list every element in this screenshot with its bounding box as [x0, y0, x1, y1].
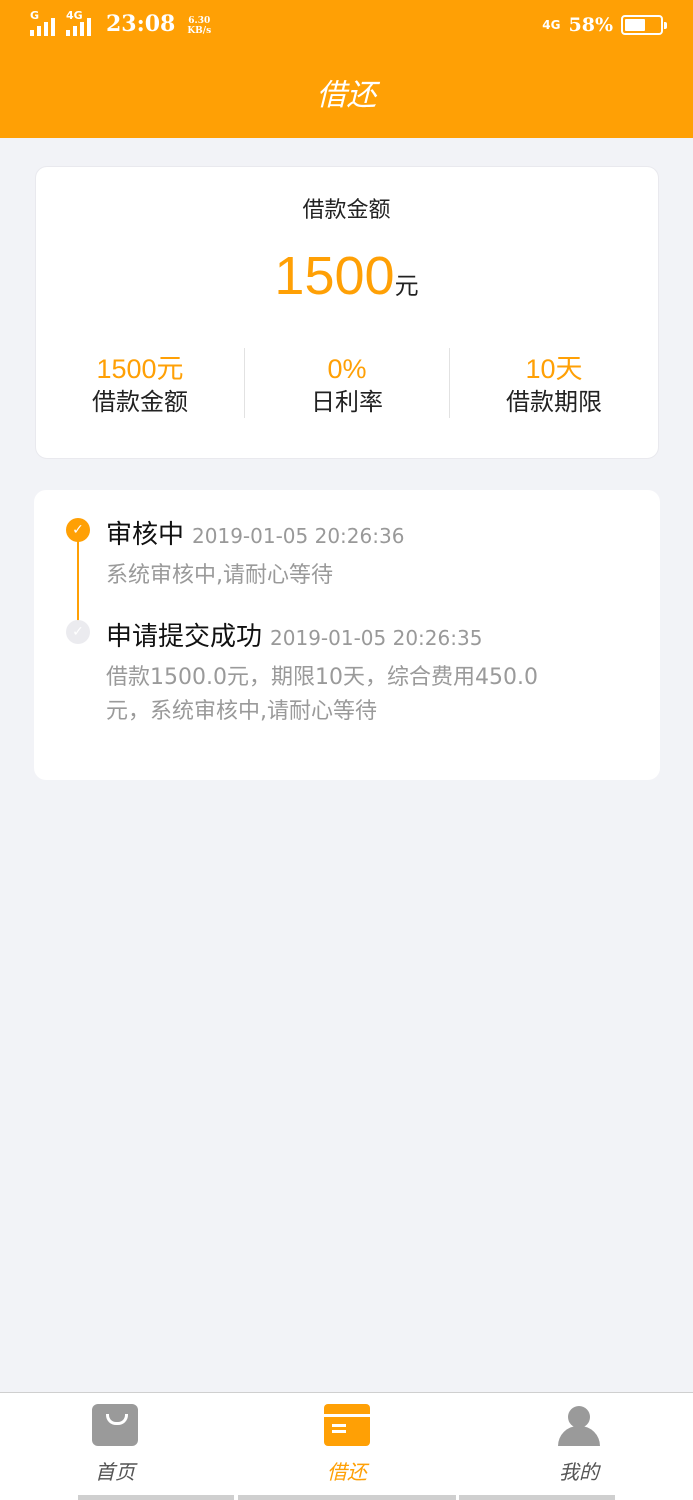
loan-amount: 1500元: [0, 245, 693, 307]
nav-indicator: [78, 1495, 234, 1500]
status-bar: G 4G 23:08 6.30 KB/s 4G 58%: [0, 0, 693, 56]
check-active-icon: ✓: [66, 518, 90, 542]
stat-interest-label: 日利率: [311, 388, 383, 416]
battery-percent: 58%: [568, 14, 614, 36]
clock: 23:08: [106, 11, 176, 37]
nav-indicator: [459, 1495, 615, 1500]
loan-amount-number: 1500: [274, 246, 395, 306]
sim2-tag: 4G: [66, 9, 83, 22]
battery-icon: [621, 15, 667, 35]
stat-amount-label: 借款金额: [92, 388, 188, 416]
loan-amount-unit: 元: [394, 272, 419, 300]
stat-term: 10天 借款期限: [454, 352, 654, 418]
event-title: 申请提交成功: [106, 622, 263, 652]
signal-sim2-icon: 4G: [66, 9, 94, 36]
event-time: 2019-01-05 20:26:35: [270, 626, 483, 650]
tab-home-label: 首页: [95, 1460, 135, 1484]
speed-unit: KB/s: [187, 26, 212, 36]
stat-term-label: 借款期限: [506, 388, 602, 416]
event-description: 系统审核中,请耐心等待: [106, 563, 333, 588]
shopping-bag-icon: [92, 1404, 138, 1446]
battery-fill: [625, 19, 645, 31]
stat-term-value: 10天: [525, 354, 583, 384]
sim1-tag: G: [30, 9, 40, 22]
network-type: 4G: [542, 18, 561, 32]
nav-indicator: [238, 1495, 456, 1500]
signal-sim1-icon: G: [30, 9, 58, 36]
timeline-connector: [77, 541, 79, 621]
event-description: 借款1500.0元，期限10天，综合费用450.0元，系统审核中,请耐心等待: [106, 665, 538, 724]
network-speed: 6.30 KB/s: [187, 16, 211, 36]
check-done-icon: ✓: [66, 620, 90, 644]
stat-divider: [449, 348, 450, 418]
loan-amount-label: 借款金额: [302, 198, 391, 223]
tab-home[interactable]: 首页: [55, 1404, 175, 1485]
stat-divider: [244, 348, 245, 418]
timeline-item: 审核中 2019-01-05 20:26:36: [106, 518, 404, 553]
tab-mine[interactable]: 我的: [519, 1404, 639, 1485]
event-title: 审核中: [106, 520, 185, 550]
stat-interest: 0% 日利率: [247, 352, 447, 418]
stat-interest-value: 0%: [327, 354, 367, 384]
page-title: 借还: [316, 78, 377, 113]
speed-value: 6.30: [188, 16, 211, 26]
stat-amount: 1500元 借款金额: [40, 352, 240, 418]
person-icon: [556, 1404, 602, 1446]
event-time: 2019-01-05 20:26:36: [192, 524, 405, 548]
timeline-item: 申请提交成功 2019-01-05 20:26:35: [106, 620, 482, 655]
bill-card-icon: [324, 1404, 370, 1446]
tab-mine-label: 我的: [559, 1460, 599, 1484]
tab-loan[interactable]: 借还: [287, 1404, 407, 1485]
tab-loan-label: 借还: [327, 1460, 367, 1484]
stat-amount-value: 1500元: [96, 354, 184, 384]
